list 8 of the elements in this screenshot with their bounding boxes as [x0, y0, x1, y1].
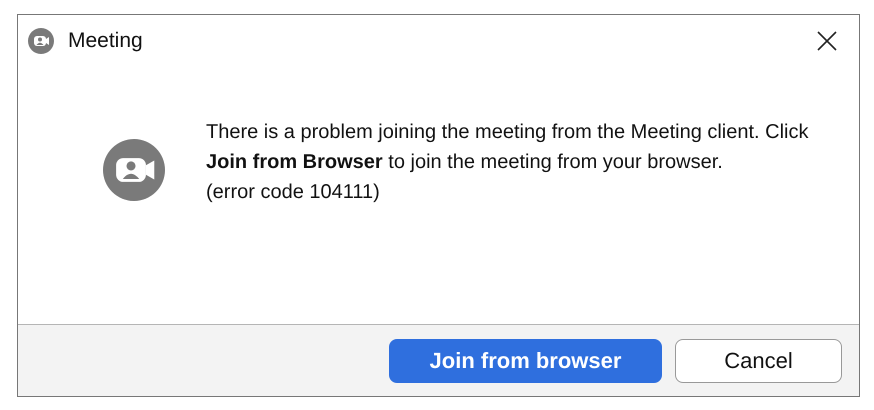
join-button[interactable]: Join from browser: [389, 338, 662, 382]
video-camera-icon: [103, 139, 165, 201]
error-code: (error code 104111): [206, 180, 381, 205]
error-message: There is a problem joining the meeting from the Meeting client. Click Join from Browser to join the meeting from your browser.: [206, 120, 810, 175]
window-title: Meeting: [68, 29, 144, 53]
app-icon: [28, 28, 54, 54]
cancel-button[interactable]: Cancel: [675, 338, 842, 382]
close-icon[interactable]: [817, 31, 837, 51]
